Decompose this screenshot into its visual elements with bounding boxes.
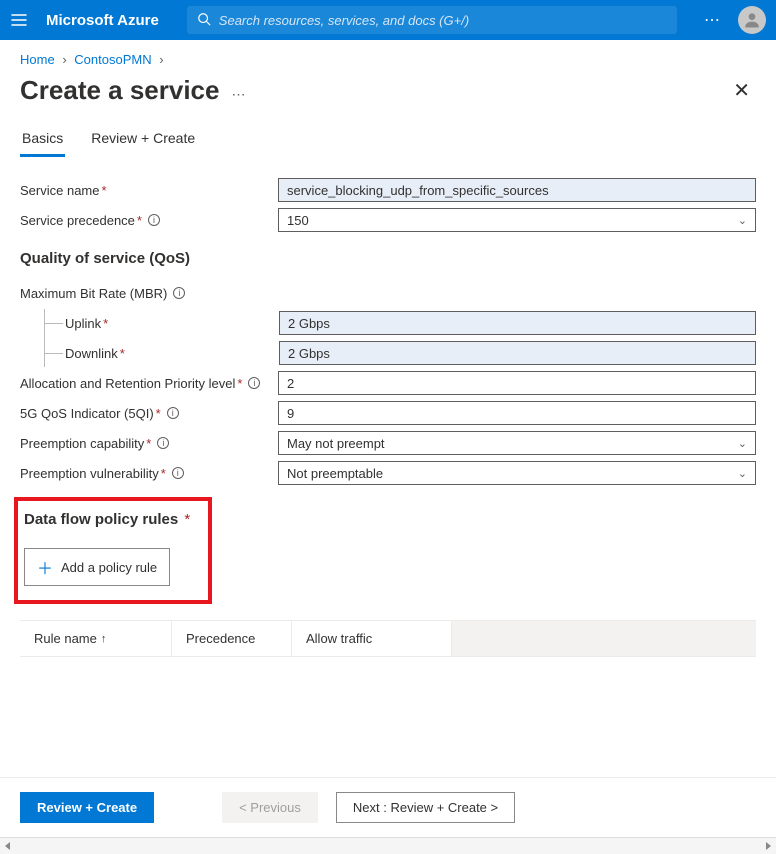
rule-table-header: Rule name↑ Precedence Allow traffic xyxy=(20,620,756,657)
label-uplink: Uplink* xyxy=(65,314,279,333)
more-actions-icon[interactable]: ⋯ xyxy=(704,10,722,30)
chevron-down-icon: ⌄ xyxy=(738,437,747,450)
chevron-right-icon: › xyxy=(62,52,66,67)
page-title-row: Create a service ⋯ ✕ xyxy=(0,73,776,124)
portal-topbar: Microsoft Azure ⋯ xyxy=(0,0,776,40)
preempt-vuln-select[interactable]: Not preemptable ⌄ xyxy=(278,461,756,485)
label-preempt-vuln: Preemption vulnerability* i xyxy=(20,464,278,483)
global-search[interactable] xyxy=(187,6,677,34)
next-button[interactable]: Next : Review + Create > xyxy=(336,792,515,823)
info-icon[interactable]: i xyxy=(248,377,260,389)
col-precedence[interactable]: Precedence xyxy=(172,621,292,656)
qos-heading: Quality of service (QoS) xyxy=(20,250,756,267)
brand-label[interactable]: Microsoft Azure xyxy=(46,12,159,29)
col-rule-name[interactable]: Rule name↑ xyxy=(20,621,172,656)
preempt-cap-select[interactable]: May not preempt ⌄ xyxy=(278,431,756,455)
info-icon[interactable]: i xyxy=(148,214,160,226)
title-more-icon[interactable]: ⋯ xyxy=(231,86,247,103)
tab-bar: Basics Review + Create xyxy=(0,124,776,158)
label-service-precedence: Service precedence* i xyxy=(20,211,278,230)
chevron-down-icon: ⌄ xyxy=(738,214,747,227)
breadcrumb-home[interactable]: Home xyxy=(20,52,55,67)
search-input[interactable] xyxy=(219,13,667,28)
breadcrumb-item[interactable]: ContosoPMN xyxy=(74,52,151,67)
page-footer: Review + Create < Previous Next : Review… xyxy=(0,777,776,837)
tab-review-create[interactable]: Review + Create xyxy=(89,124,197,157)
info-icon[interactable]: i xyxy=(173,287,185,299)
review-create-button[interactable]: Review + Create xyxy=(20,792,154,823)
search-icon xyxy=(197,12,211,29)
label-5qi: 5G QoS Indicator (5QI)* i xyxy=(20,404,278,423)
menu-hamburger-icon[interactable] xyxy=(10,11,28,29)
dfpr-heading: Data flow policy rules * xyxy=(24,511,190,528)
page-title: Create a service xyxy=(20,75,219,106)
data-flow-policy-highlight: Data flow policy rules * ＋ Add a policy … xyxy=(14,497,212,604)
label-preempt-cap: Preemption capability* i xyxy=(20,434,278,453)
label-arp: Allocation and Retention Priority level*… xyxy=(20,374,278,393)
col-empty xyxy=(452,621,756,656)
downlink-input[interactable] xyxy=(279,341,756,365)
sort-up-icon: ↑ xyxy=(101,633,107,645)
form-basics: Service name* Service precedence* i 150 … xyxy=(0,176,776,667)
label-mbr: Maximum Bit Rate (MBR) i xyxy=(20,284,278,303)
plus-icon: ＋ xyxy=(37,555,53,579)
previous-button: < Previous xyxy=(222,792,318,823)
col-allow-traffic[interactable]: Allow traffic xyxy=(292,621,452,656)
service-precedence-value: 150 xyxy=(287,213,309,228)
arp-input[interactable] xyxy=(278,371,756,395)
user-avatar[interactable] xyxy=(738,6,766,34)
info-icon[interactable]: i xyxy=(157,437,169,449)
breadcrumb: Home › ContosoPMN › xyxy=(0,40,776,73)
preempt-cap-value: May not preempt xyxy=(287,436,385,451)
preempt-vuln-value: Not preemptable xyxy=(287,466,383,481)
info-icon[interactable]: i xyxy=(172,467,184,479)
close-icon[interactable]: ✕ xyxy=(727,76,756,105)
add-policy-rule-button[interactable]: ＋ Add a policy rule xyxy=(24,548,170,586)
label-downlink: Downlink* xyxy=(65,344,279,363)
qi-input[interactable] xyxy=(278,401,756,425)
horizontal-scrollbar[interactable] xyxy=(0,837,776,854)
uplink-input[interactable] xyxy=(279,311,756,335)
label-service-name: Service name* xyxy=(20,181,278,200)
service-precedence-select[interactable]: 150 ⌄ xyxy=(278,208,756,232)
service-name-input[interactable] xyxy=(278,178,756,202)
chevron-down-icon: ⌄ xyxy=(738,467,747,480)
add-rule-label: Add a policy rule xyxy=(61,560,157,575)
chevron-right-icon: › xyxy=(159,52,163,67)
info-icon[interactable]: i xyxy=(167,407,179,419)
tab-basics[interactable]: Basics xyxy=(20,124,65,157)
